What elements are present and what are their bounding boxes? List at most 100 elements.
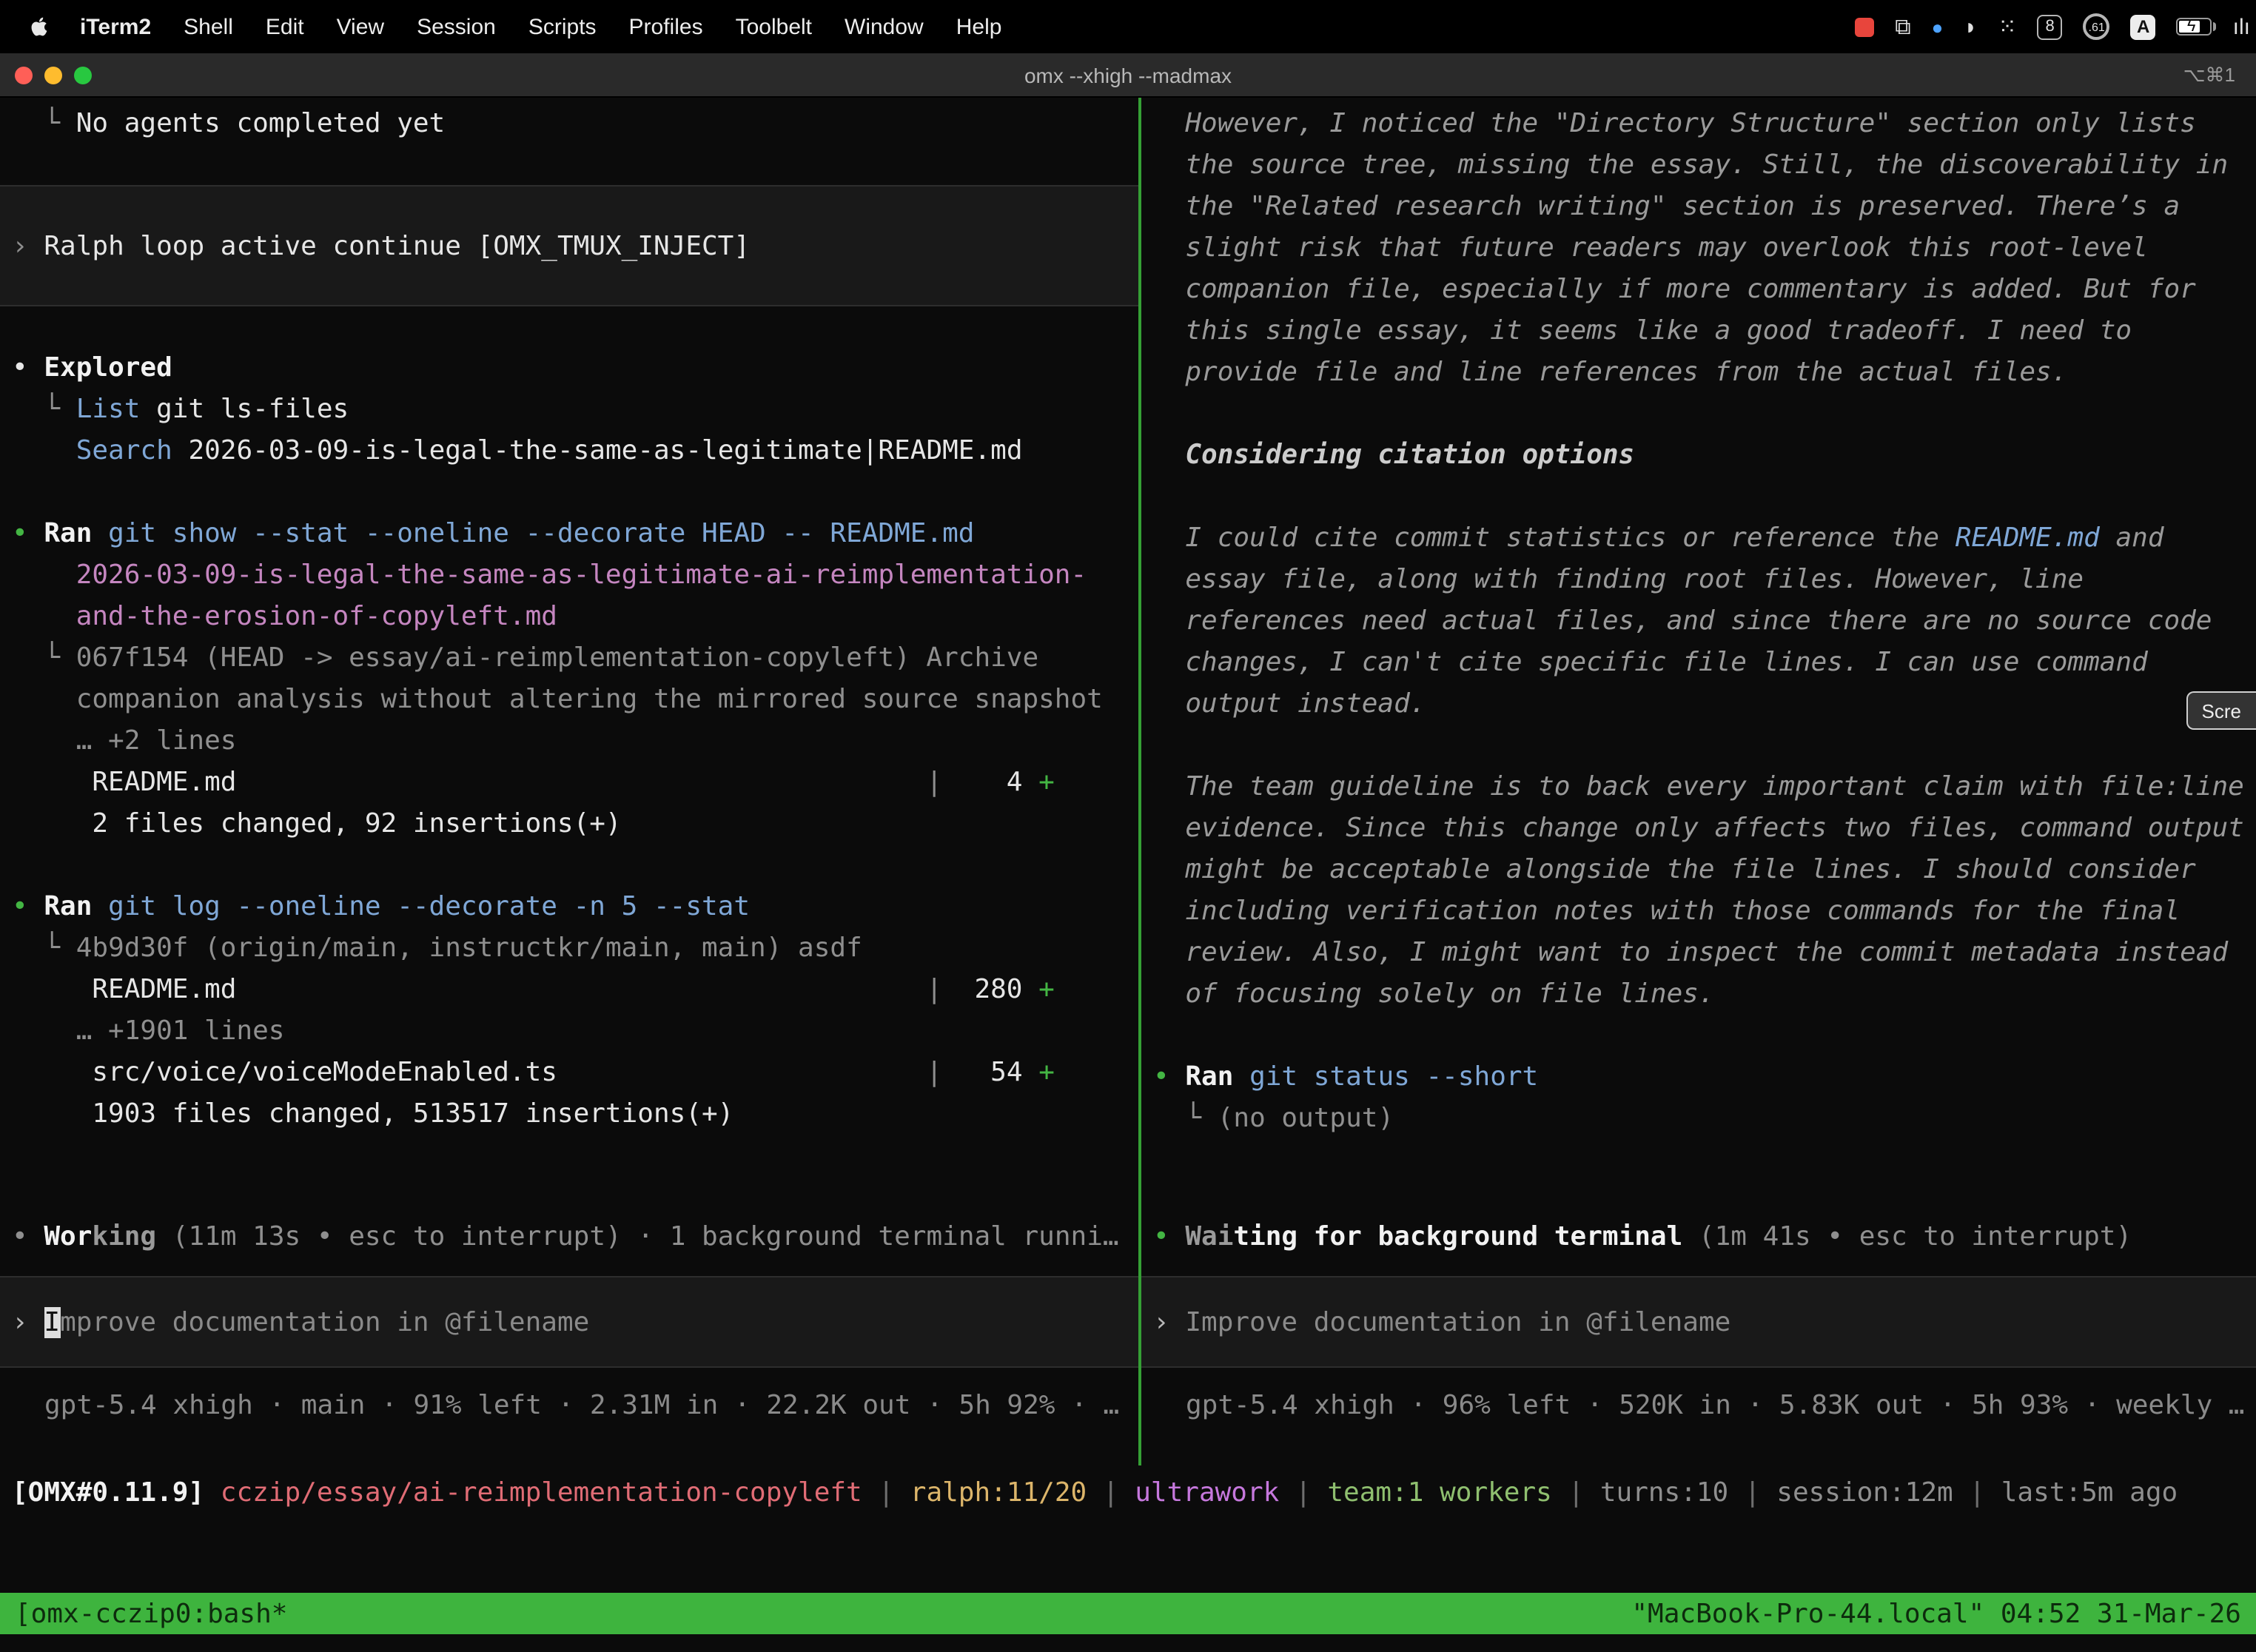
terminal-line: references need actual files, and since …	[1141, 601, 2256, 642]
terminal-line: • Ran git status --short	[1141, 1057, 2256, 1098]
left-model-status-line: gpt-5.4 xhigh · main · 91% left · 2.31M …	[0, 1386, 1138, 1427]
terminal-line: However, I noticed the "Directory Struct…	[1141, 104, 2256, 145]
terminal-line: • Explored	[0, 348, 1138, 389]
left-terminal-pane: └ No agents completed yet › Ralph loop a…	[0, 98, 1138, 1465]
window-title-bar: omx --xhigh --madmax ⌥⌘1	[0, 53, 2256, 98]
terminal-line: 1903 files changed, 513517 insertions(+)	[0, 1094, 1138, 1135]
terminal-line	[1141, 725, 2256, 767]
terminal-line: • Working (11m 13s • esc to interrupt) ·…	[0, 1217, 1138, 1258]
battery-percent-icon[interactable]: .61	[2084, 13, 2110, 40]
terminal-line: src/voice/voiceModeEnabled.ts | 54 +	[0, 1052, 1138, 1094]
clipped-screen-tooltip-label: Scre	[2202, 699, 2241, 722]
terminal-line: might be acceptable alongside the file l…	[1141, 850, 2256, 891]
terminal-line	[1141, 394, 2256, 435]
tmux-host-clock-label: "MacBook-Pro-44.local" 04:52 31-Mar-26	[1631, 1598, 2241, 1629]
terminal-line: … +2 lines	[0, 721, 1138, 762]
terminal-line: README.md | 280 +	[0, 970, 1138, 1011]
window-title: omx --xhigh --madmax	[0, 63, 2256, 87]
menu-item-session[interactable]: Session	[400, 14, 512, 39]
terminal-line: provide file and line references from th…	[1141, 352, 2256, 394]
macos-menu-bar: iTerm2ShellEditViewSessionScriptsProfile…	[0, 0, 2256, 53]
keycap-8-icon[interactable]: 8	[2038, 14, 2063, 39]
blue-app-icon[interactable]: ●	[1932, 16, 1944, 38]
window-tiles-icon[interactable]: ⧉	[1895, 14, 1910, 39]
bottom-gap	[0, 1522, 2256, 1593]
terminal-line: [OMX#0.11.9] cczip/essay/ai-reimplementa…	[0, 1473, 2178, 1514]
menu-item-toolbelt[interactable]: Toolbelt	[719, 14, 828, 39]
apple-logo-icon	[30, 15, 49, 38]
terminal-line: evidence. Since this change only affects…	[1141, 808, 2256, 850]
menu-item-shell[interactable]: Shell	[167, 14, 249, 39]
ghost-app-icon[interactable]: ◗	[1964, 14, 1977, 39]
right-model-status-line: gpt-5.4 xhigh · 96% left · 520K in · 5.8…	[1141, 1386, 2256, 1427]
terminal-line: I could cite commit statistics or refere…	[1141, 518, 2256, 560]
menu-item-edit[interactable]: Edit	[249, 14, 320, 39]
prompt-chevron: ›	[12, 230, 44, 261]
terminal-line	[0, 472, 1138, 514]
terminal-line	[1141, 1015, 2256, 1057]
input-suggestion-text: mprove documentation in @filename	[60, 1306, 589, 1337]
terminal-line: Considering citation options	[1141, 435, 2256, 477]
terminal-line	[0, 306, 1138, 348]
left-output-lines: • Explored └ List git ls-files Search 20…	[0, 306, 1138, 1135]
text-cursor: I	[44, 1306, 60, 1337]
minimize-button[interactable]	[44, 66, 62, 84]
terminal-line: └ No agents completed yet	[0, 104, 1138, 145]
terminal-line: changes, I can't cite specific file line…	[1141, 642, 2256, 684]
terminal-panes: └ No agents completed yet › Ralph loop a…	[0, 98, 2256, 1465]
menu-item-help[interactable]: Help	[940, 14, 1018, 39]
screen-recording-indicator-icon[interactable]	[1855, 17, 1874, 36]
left-pre-lines: └ No agents completed yet	[0, 104, 1138, 145]
prompt-chevron: ›	[12, 1306, 44, 1337]
terminal-line: • Ran git show --stat --oneline --decora…	[0, 514, 1138, 555]
input-source-icon[interactable]: A	[2131, 14, 2156, 39]
close-button[interactable]	[15, 66, 33, 84]
omx-status-bar: [OMX#0.11.9] cczip/essay/ai-reimplementa…	[0, 1465, 2256, 1522]
apple-menu[interactable]	[27, 15, 64, 38]
terminal-line: output instead.	[1141, 684, 2256, 725]
iterm2-window: iTerm2ShellEditViewSessionScriptsProfile…	[0, 0, 2256, 1652]
terminal-line: └ 067f154 (HEAD -> essay/ai-reimplementa…	[0, 638, 1138, 679]
input-suggestion-text: Improve documentation in @filename	[1185, 1306, 1730, 1337]
terminal-line	[1141, 477, 2256, 518]
tmux-status-bar: [omx-cczip0:bash* "MacBook-Pro-44.local"…	[0, 1593, 2256, 1634]
zoom-button[interactable]	[74, 66, 92, 84]
right-prompt-input[interactable]: › Improve documentation in @filename	[1141, 1276, 2256, 1368]
terminal-line: this single essay, it seems like a good …	[1141, 311, 2256, 352]
terminal-line: 2026-03-09-is-legal-the-same-as-legitima…	[0, 555, 1138, 597]
terminal-line: companion analysis without altering the …	[0, 679, 1138, 721]
menu-item-view[interactable]: View	[320, 14, 401, 39]
left-prompt-input[interactable]: › Improve documentation in @filename	[0, 1276, 1138, 1368]
clipped-screen-tooltip[interactable]: Scre	[2187, 691, 2256, 730]
terminal-line	[0, 845, 1138, 887]
terminal-line: including verification notes with those …	[1141, 891, 2256, 933]
terminal-line: • Ran git log --oneline --decorate -n 5 …	[0, 887, 1138, 928]
signal-bars-icon[interactable]: ılı	[2233, 14, 2250, 39]
battery-icon[interactable]: ϟ	[2177, 18, 2212, 36]
menu-item-iterm2[interactable]: iTerm2	[64, 14, 167, 39]
terminal-line: README.md | 4 +	[0, 762, 1138, 804]
terminal-line: └ List git ls-files	[0, 389, 1138, 431]
terminal-line: 2 files changed, 92 insertions(+)	[0, 804, 1138, 845]
prompt-chevron: ›	[1153, 1306, 1185, 1337]
omx-status-segments: [OMX#0.11.9] cczip/essay/ai-reimplementa…	[0, 1473, 2178, 1514]
ralph-loop-label: Ralph loop active continue [OMX_TMUX_INJ…	[44, 230, 750, 261]
right-waiting-status: • Waiting for background terminal (1m 41…	[1141, 1217, 2256, 1258]
terminal-line: of focusing solely on file lines.	[1141, 974, 2256, 1015]
window-shortcut-badge: ⌥⌘1	[2183, 63, 2256, 87]
menu-item-profiles[interactable]: Profiles	[613, 14, 719, 39]
ralph-loop-banner: › Ralph loop active continue [OMX_TMUX_I…	[0, 185, 1138, 306]
dots-grid-icon[interactable]: ⁙	[1998, 13, 2017, 40]
terminal-line: the "Related research writing" section i…	[1141, 187, 2256, 228]
right-terminal-pane: However, I noticed the "Directory Struct…	[1141, 98, 2256, 1465]
terminal-line: └ (no output)	[1141, 1098, 2256, 1140]
menu-item-window[interactable]: Window	[828, 14, 940, 39]
terminal-line: and-the-erosion-of-copyleft.md	[0, 597, 1138, 638]
terminal-line: companion file, especially if more comme…	[1141, 269, 2256, 311]
menu-bar-status-icons: ⧉ ● ◗ ⁙ 8 .61 Aϟ ılı	[1855, 13, 2256, 40]
menu-item-scripts[interactable]: Scripts	[512, 14, 613, 39]
terminal-line: Search 2026-03-09-is-legal-the-same-as-l…	[0, 431, 1138, 472]
window-controls	[0, 66, 92, 84]
bottom-strip	[0, 1634, 2256, 1652]
left-working-status: • Working (11m 13s • esc to interrupt) ·…	[0, 1217, 1138, 1258]
